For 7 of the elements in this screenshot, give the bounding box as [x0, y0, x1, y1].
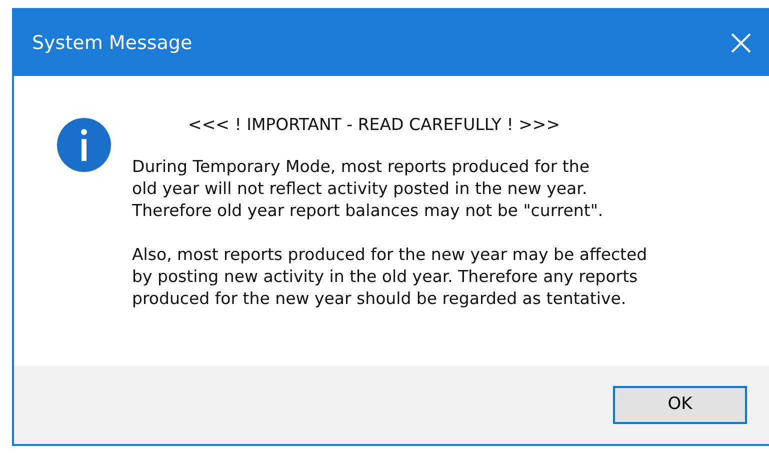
close-icon[interactable]	[731, 33, 751, 53]
info-icon	[56, 117, 112, 173]
message-paragraph: During Temporary Mode, most reports produced for the old year will not reflect activity posted in the new year. Therefore old year report balances may not be "current".	[132, 156, 604, 222]
message-heading: <<< ! IMPORTANT - READ CAREFULLY ! >>>	[187, 114, 562, 136]
window-title: System Message	[32, 30, 192, 56]
ok-button[interactable]: OK	[613, 386, 747, 424]
message-paragraph: Also, most reports produced for the new year may be affected by posting new activity in the old year. Therefore any reports produced for the new year should be regarded as tentative.	[132, 244, 648, 310]
